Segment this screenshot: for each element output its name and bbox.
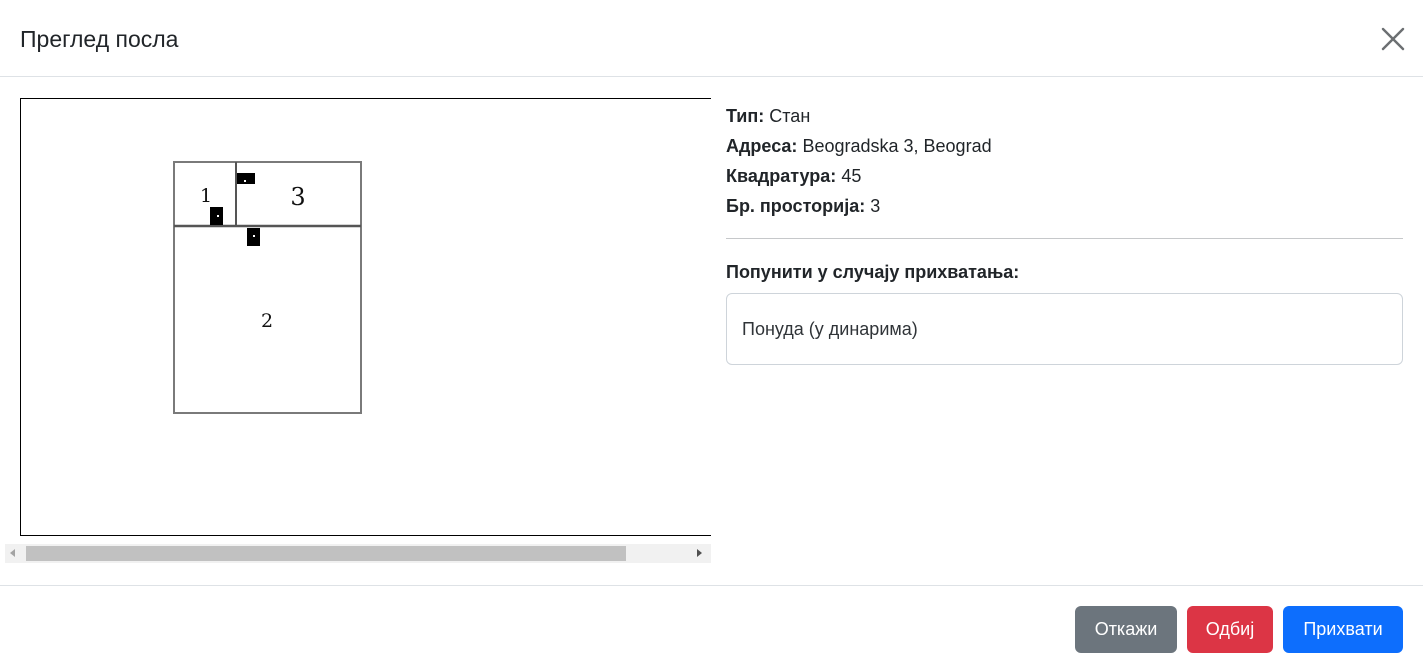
room-2-label: 2 bbox=[261, 310, 273, 332]
job-details: Тип: Стан Адреса: Beogradska 3, Beograd … bbox=[726, 101, 1403, 221]
address-value: Beogradska 3, Beograd bbox=[802, 136, 992, 156]
cancel-button[interactable]: Откажи bbox=[1075, 606, 1177, 653]
floorplan-canvas: 1 3 2 bbox=[20, 98, 711, 536]
accept-button[interactable]: Прихвати bbox=[1283, 606, 1403, 653]
type-label: Тип: bbox=[726, 106, 765, 126]
scroll-right-arrow-icon[interactable] bbox=[697, 549, 702, 557]
door-icon[interactable] bbox=[247, 228, 260, 246]
area-value: 45 bbox=[841, 166, 862, 186]
floorplan-scroll-container[interactable]: 1 3 2 bbox=[5, 98, 711, 564]
offer-input[interactable] bbox=[726, 293, 1403, 365]
scroll-left-arrow-icon[interactable] bbox=[10, 549, 15, 557]
area-row: Квадратура: 45 bbox=[726, 161, 1403, 191]
modal-header: Преглед посла bbox=[0, 0, 1423, 77]
rooms-value: 3 bbox=[870, 196, 881, 216]
door-icon[interactable] bbox=[237, 173, 255, 184]
type-row: Тип: Стан bbox=[726, 101, 1403, 131]
acceptance-label: Попунити у случају прихватања: bbox=[726, 262, 1020, 282]
horizontal-scrollbar[interactable] bbox=[5, 544, 711, 563]
close-icon bbox=[1381, 27, 1405, 51]
modal-title: Преглед посла bbox=[20, 26, 179, 52]
reject-button[interactable]: Одбиј bbox=[1187, 606, 1273, 653]
area-label: Квадратура: bbox=[726, 166, 837, 186]
room-3-label: 3 bbox=[290, 183, 305, 211]
modal-footer: Откажи Одбиј Прихвати bbox=[0, 585, 1423, 672]
job-preview-modal: Преглед посла 1 3 2 Тип: Стан Адреса: Be… bbox=[0, 0, 1423, 672]
modal-body: 1 3 2 Тип: Стан Адреса: Beogradska 3, Be… bbox=[0, 77, 1423, 585]
floorplan-drawing: 1 3 2 bbox=[173, 161, 362, 414]
address-row: Адреса: Beogradska 3, Beograd bbox=[726, 131, 1403, 161]
close-button[interactable] bbox=[1376, 22, 1410, 56]
rooms-label: Бр. просторија: bbox=[726, 196, 866, 216]
rooms-row: Бр. просторија: 3 bbox=[726, 191, 1403, 221]
door-icon[interactable] bbox=[210, 207, 223, 225]
type-value: Стан bbox=[769, 106, 811, 126]
room-1-label: 1 bbox=[200, 185, 212, 207]
address-label: Адреса: bbox=[726, 136, 798, 156]
scrollbar-thumb[interactable] bbox=[26, 546, 626, 561]
divider bbox=[726, 238, 1403, 239]
